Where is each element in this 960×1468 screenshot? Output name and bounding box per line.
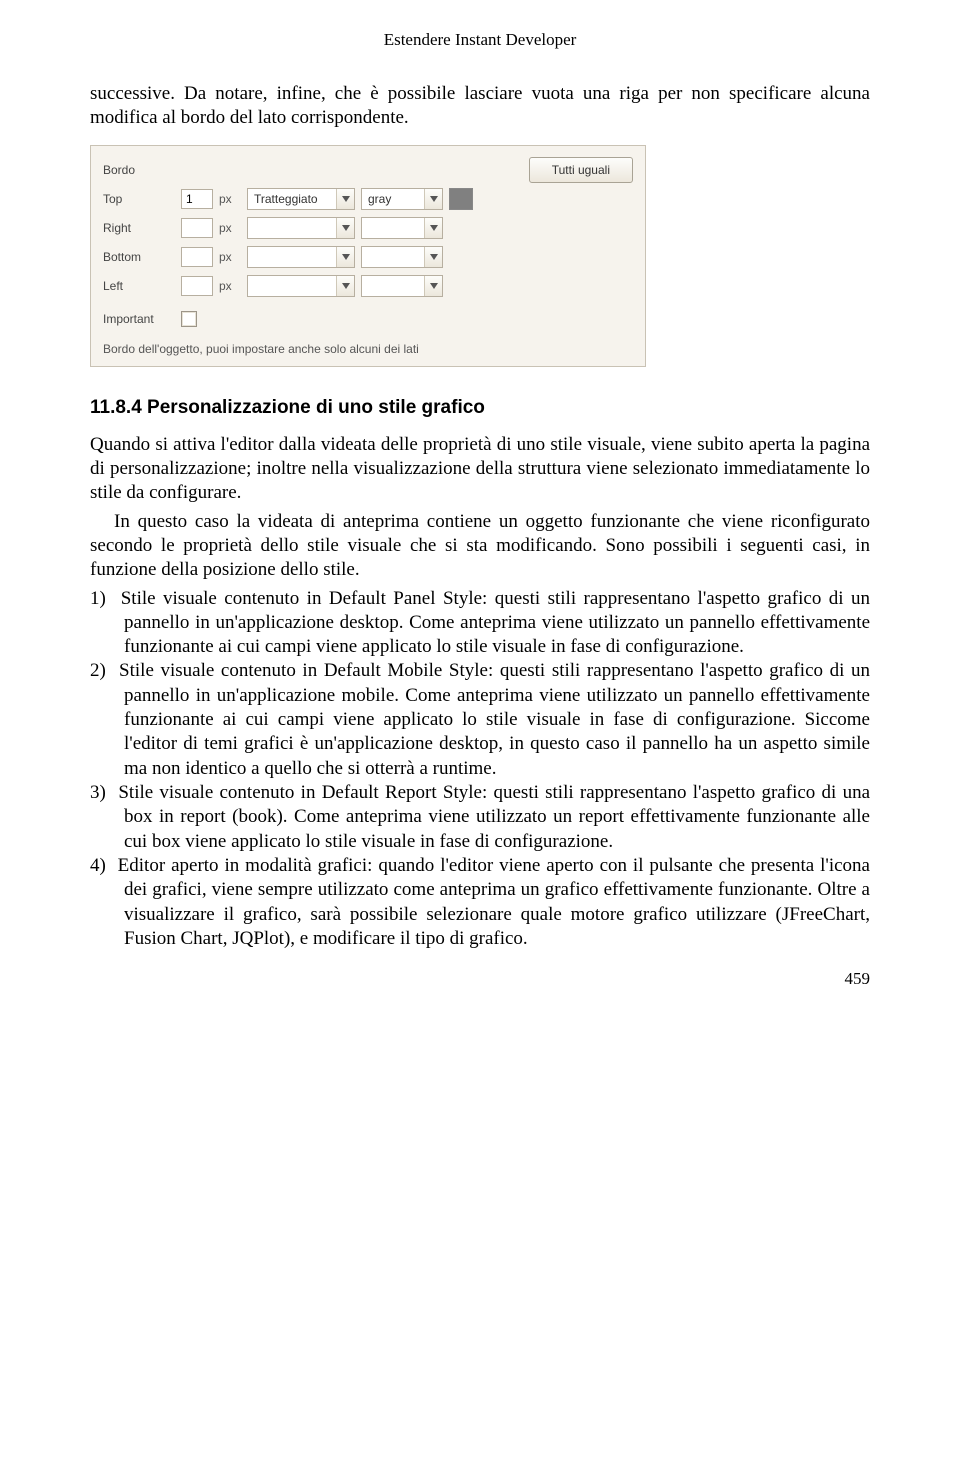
chevron-down-icon xyxy=(424,276,442,296)
border-row-left: Left px xyxy=(103,272,633,301)
border-properties-panel: Bordo Tutti uguali Top px Tratteggiato g… xyxy=(90,145,646,367)
running-head: Estendere Instant Developer xyxy=(90,30,870,50)
important-checkbox[interactable] xyxy=(181,311,197,327)
chevron-down-icon xyxy=(424,247,442,267)
border-row-right: Right px xyxy=(103,214,633,243)
border-side-label: Bottom xyxy=(103,250,175,264)
border-side-label: Right xyxy=(103,221,175,235)
border-style-select[interactable]: Tratteggiato xyxy=(247,188,355,210)
intro-paragraph: successive. Da notare, infine, che è pos… xyxy=(90,82,870,131)
important-label: Important xyxy=(103,312,175,326)
border-style-value: Tratteggiato xyxy=(254,192,318,206)
border-unit: px xyxy=(219,192,241,206)
panel-hint: Bordo dell'oggetto, puoi impostare anche… xyxy=(103,342,633,356)
body-paragraph-1: Quando si attiva l'editor dalla videata … xyxy=(90,433,870,506)
body-paragraph-2: In questo caso la videata di anteprima c… xyxy=(90,510,870,583)
border-side-label: Top xyxy=(103,192,175,206)
numbered-list: 1) Stile visuale contenuto in Default Pa… xyxy=(90,587,870,952)
list-item: 3) Stile visuale contenuto in Default Re… xyxy=(90,781,870,854)
border-color-select[interactable] xyxy=(361,275,443,297)
border-side-label: Left xyxy=(103,279,175,293)
all-equal-button[interactable]: Tutti uguali xyxy=(529,157,633,183)
border-row-bottom: Bottom px xyxy=(103,243,633,272)
border-color-select[interactable] xyxy=(361,217,443,239)
page-number: 459 xyxy=(90,969,870,989)
border-unit: px xyxy=(219,279,241,293)
chevron-down-icon xyxy=(336,247,354,267)
list-item: 1) Stile visuale contenuto in Default Pa… xyxy=(90,587,870,660)
border-unit: px xyxy=(219,221,241,235)
color-swatch[interactable] xyxy=(449,188,473,210)
border-width-input[interactable] xyxy=(181,276,213,296)
border-color-select[interactable] xyxy=(361,246,443,268)
section-heading: 11.8.4 Personalizzazione di uno stile gr… xyxy=(90,397,870,419)
border-color-select[interactable]: gray xyxy=(361,188,443,210)
border-style-select[interactable] xyxy=(247,217,355,239)
chevron-down-icon xyxy=(424,218,442,238)
list-item: 4) Editor aperto in modalità grafici: qu… xyxy=(90,854,870,951)
chevron-down-icon xyxy=(336,218,354,238)
chevron-down-icon xyxy=(336,189,354,209)
list-item: 2) Stile visuale contenuto in Default Mo… xyxy=(90,659,870,781)
border-style-select[interactable] xyxy=(247,275,355,297)
chevron-down-icon xyxy=(336,276,354,296)
border-width-input[interactable] xyxy=(181,218,213,238)
border-width-input[interactable] xyxy=(181,247,213,267)
border-color-value: gray xyxy=(368,192,391,206)
panel-title: Bordo xyxy=(103,163,175,177)
border-style-select[interactable] xyxy=(247,246,355,268)
chevron-down-icon xyxy=(424,189,442,209)
border-unit: px xyxy=(219,250,241,264)
border-row-top: Top px Tratteggiato gray xyxy=(103,185,633,214)
border-width-input[interactable] xyxy=(181,189,213,209)
